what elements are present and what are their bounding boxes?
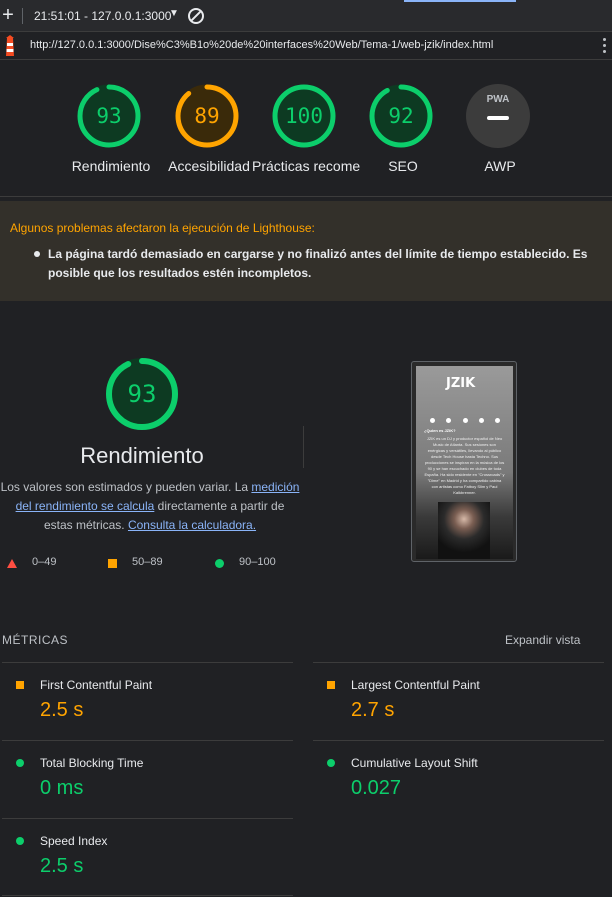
metric-divider bbox=[313, 740, 604, 741]
metric-value: 0.027 bbox=[351, 777, 402, 799]
screenshot-image: JZIK ¿Quien es JZIK? JZIK es un DJ y pro… bbox=[416, 366, 513, 559]
bullet-icon bbox=[34, 251, 40, 257]
gauge-score: 100 bbox=[285, 104, 323, 128]
lighthouse-logo-icon bbox=[6, 35, 14, 56]
divider bbox=[0, 196, 612, 197]
gauge-label: Rendimiento bbox=[71, 158, 151, 174]
desc-text: Los valores son estimados y pueden varia… bbox=[0, 480, 252, 494]
category-gauge[interactable]: 100 Prácticas recomendadas bbox=[252, 84, 360, 174]
gauge-score: 93 bbox=[96, 104, 122, 128]
metric-divider bbox=[2, 895, 293, 896]
pass-circle-icon bbox=[16, 837, 24, 845]
average-square-icon bbox=[108, 559, 117, 568]
legend-average: 50–89 bbox=[132, 556, 163, 568]
performance-title: Rendimiento bbox=[80, 443, 204, 468]
pass-circle-icon bbox=[327, 759, 335, 767]
report-url[interactable]: http://127.0.0.1:3000/Dise%C3%B1o%20de%2… bbox=[30, 39, 493, 51]
category-gauge[interactable]: 93 Rendimiento bbox=[72, 84, 150, 174]
pwa-gauge[interactable]: PWA AWP bbox=[466, 84, 530, 174]
average-square-icon bbox=[327, 681, 335, 689]
section-divider bbox=[303, 426, 304, 468]
warning-box: Algunos problemas afectaron la ejecución… bbox=[0, 201, 612, 301]
performance-description: Los valores son estimados y pueden varia… bbox=[0, 478, 300, 535]
metric-divider bbox=[2, 740, 293, 741]
gauge-label: Accesibilidad bbox=[168, 158, 250, 174]
metric-name: Cumulative Layout Shift bbox=[351, 756, 478, 770]
metric-divider bbox=[2, 662, 293, 663]
category-gauge[interactable]: 89 Accesibilidad bbox=[168, 84, 250, 174]
fail-triangle-icon bbox=[7, 559, 17, 568]
gauge-label: SEO bbox=[388, 158, 418, 174]
calculator-link[interactable]: Consulta la calculadora. bbox=[128, 518, 256, 532]
new-report-button[interactable]: + bbox=[0, 4, 16, 28]
artist-photo bbox=[438, 502, 490, 559]
pwa-badge-text: PWA bbox=[486, 94, 510, 105]
metric-name: Speed Index bbox=[40, 834, 108, 848]
site-body-text: JZIK es un DJ y productor español de Neo… bbox=[424, 436, 505, 495]
site-heading: ¿Quien es JZIK? bbox=[424, 428, 456, 433]
metric-name: Total Blocking Time bbox=[40, 756, 144, 770]
pass-circle-icon bbox=[16, 759, 24, 767]
gauge-label: AWP bbox=[484, 158, 516, 174]
report-url-bar: http://127.0.0.1:3000/Dise%C3%B1o%20de%2… bbox=[0, 32, 612, 60]
metric-value: 2.5 s bbox=[40, 699, 84, 721]
active-tab-indicator bbox=[404, 0, 516, 2]
gauge-score: 89 bbox=[194, 104, 220, 128]
category-gauge[interactable]: 92 SEO bbox=[369, 84, 433, 174]
expand-view-toggle[interactable]: Expandir vista bbox=[505, 633, 580, 647]
metric-name: Largest Contentful Paint bbox=[351, 678, 480, 692]
legend-pass: 90–100 bbox=[239, 556, 276, 568]
performance-score: 93 bbox=[127, 380, 157, 408]
clear-icon[interactable] bbox=[188, 8, 204, 24]
devtools-toolbar: + 21:51:01 - 127.0.0.1:3000 ▼ bbox=[0, 0, 612, 32]
metric-value: 0 ms bbox=[40, 777, 84, 799]
gauge-score: 92 bbox=[388, 104, 414, 128]
chevron-down-icon[interactable]: ▼ bbox=[169, 8, 179, 19]
metric-value: 2.7 s bbox=[351, 699, 395, 721]
site-logo: JZIK bbox=[446, 376, 476, 391]
pass-circle-icon bbox=[215, 559, 224, 568]
performance-gauge: 93 bbox=[106, 358, 178, 430]
final-screenshot[interactable]: JZIK ¿Quien es JZIK? JZIK es un DJ y pro… bbox=[411, 361, 517, 562]
warning-title: Algunos problemas afectaron la ejecución… bbox=[10, 221, 315, 235]
legend-fail: 0–49 bbox=[32, 556, 57, 568]
report-selector[interactable]: 21:51:01 - 127.0.0.1:3000 bbox=[34, 9, 171, 23]
social-icons bbox=[430, 418, 500, 424]
metric-value: 2.5 s bbox=[40, 855, 84, 877]
warning-item: La página tardó demasiado en cargarse y … bbox=[48, 247, 588, 280]
metric-divider bbox=[2, 818, 293, 819]
metric-divider bbox=[313, 662, 604, 663]
average-square-icon bbox=[16, 681, 24, 689]
gauge-label: Prácticas recomendadas bbox=[252, 158, 360, 174]
metrics-heading: MÉTRICAS bbox=[2, 633, 69, 647]
metric-name: First Contentful Paint bbox=[40, 678, 153, 692]
more-options-icon[interactable] bbox=[603, 38, 607, 56]
toolbar-separator bbox=[22, 8, 23, 24]
